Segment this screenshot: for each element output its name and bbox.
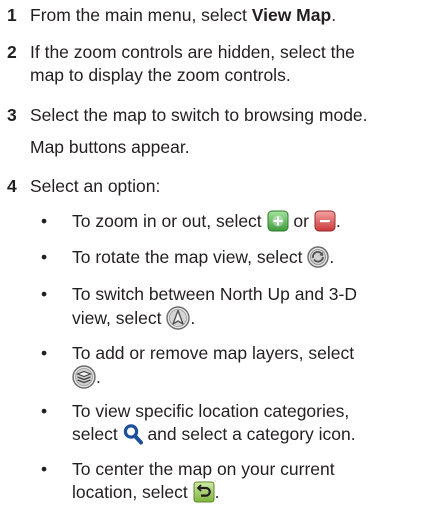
bullet-symbol: • (41, 247, 48, 267)
north-up-icon (166, 306, 191, 330)
bullet-symbol: • (41, 401, 48, 421)
bullet-text-part: . (335, 211, 341, 231)
bullet-text-part: To zoom in or out, select (72, 211, 267, 231)
bullet-text-part: view, select (72, 308, 167, 328)
step-text-line: map to display the zoom controls. (30, 65, 291, 85)
search-icon (123, 423, 143, 445)
bullet-text-part: . (214, 482, 220, 502)
bullet-text: To switch between North Up and 3-D view, … (72, 283, 417, 330)
zoom-out-icon (314, 210, 336, 232)
step-number: 3 (7, 105, 17, 125)
bullet-text-line: To center the map on your current (72, 459, 335, 479)
back-icon (193, 481, 215, 503)
bullet-text-part: and select a category icon. (142, 424, 356, 444)
bullet-text-part: select (72, 424, 123, 444)
step-text-part: . (331, 5, 337, 25)
bullet-text-line: To add or remove map layers, select (72, 343, 355, 363)
bullet-text-part: To rotate the map view, select (72, 247, 308, 267)
bullet-text: To view specific location categories, sel… (72, 400, 417, 446)
bullet-text: To zoom in or out, select or . (72, 210, 417, 233)
bullet-symbol: • (41, 343, 48, 363)
bullet-text-part: . (190, 308, 196, 328)
bullet-text: To center the map on your current locatio… (72, 458, 417, 504)
bullet-text-line: To switch between North Up and 3-D (72, 284, 357, 304)
zoom-in-icon (267, 210, 289, 232)
step-result-line: Map buttons appear. (30, 137, 190, 157)
bullet-text-line: To view specific location categories, (72, 401, 350, 421)
map-layers-icon (72, 365, 96, 389)
step-text: Select an option: (30, 176, 161, 196)
step-number: 4 (7, 176, 17, 196)
step-text: From the main menu, select View Map. (30, 4, 415, 27)
bullet-symbol: • (41, 211, 48, 231)
step-number: 1 (7, 5, 17, 25)
step-text: If the zoom controls are hidden, select … (30, 41, 415, 87)
bullet-text: To add or remove map layers, select. (72, 342, 417, 389)
bullet-symbol: • (41, 459, 48, 479)
bullet-text-part: or (288, 211, 314, 231)
bullet-symbol: • (41, 284, 48, 304)
bullet-text-part: location, select (72, 482, 193, 502)
step-number: 2 (7, 42, 17, 62)
view-map-label: View Map (251, 5, 332, 25)
step-text-line: Select the map to switch to browsing mod… (30, 105, 368, 125)
step-text-line: If the zoom controls are hidden, select … (30, 42, 355, 62)
bullet-text-part: . (96, 367, 101, 387)
instructions-page: 1 From the main menu, select View Map. 2… (0, 0, 421, 517)
step-text-part: From the main menu, select (30, 5, 252, 25)
bullet-text: To rotate the map view, select . (72, 246, 417, 269)
rotate-icon (307, 246, 330, 268)
step-text: Select the map to switch to browsing mod… (30, 104, 415, 159)
bullet-text-part: . (329, 247, 335, 267)
